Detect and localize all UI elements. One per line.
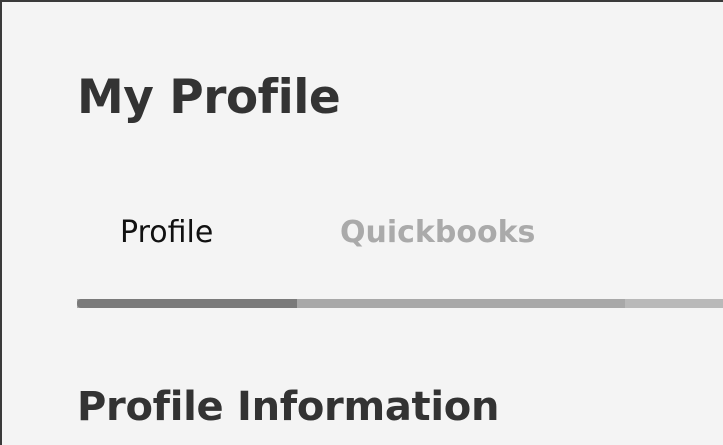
page-title: My Profile (77, 70, 341, 125)
active-tab-indicator (77, 299, 297, 308)
tab-track-segment (625, 299, 723, 308)
tab-profile[interactable]: Profile (120, 218, 213, 248)
tab-quickbooks[interactable]: Quickbooks (340, 218, 535, 248)
tab-track (77, 299, 723, 308)
profile-page: My Profile Profile Quickbooks Profile In… (0, 0, 723, 445)
section-title: Profile Information (77, 384, 500, 430)
